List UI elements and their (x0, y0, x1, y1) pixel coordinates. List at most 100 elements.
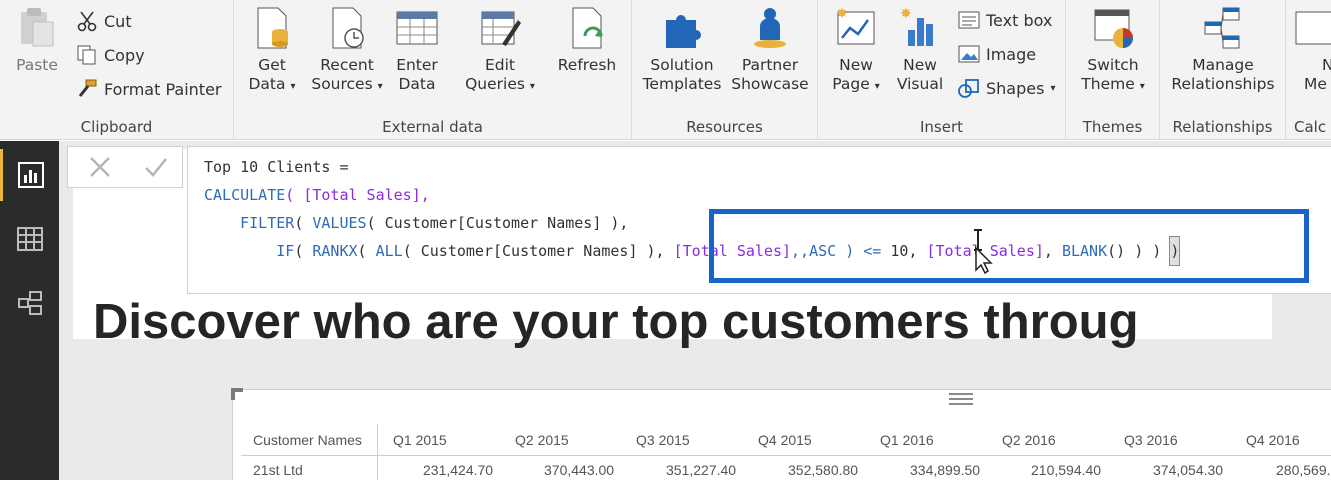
table-cell: 374,054.30 (1153, 462, 1224, 478)
format-painter-icon (78, 79, 97, 97)
mouse-cursor-icon (974, 229, 993, 274)
enter-data-button[interactable]: Enter Data (390, 6, 444, 94)
new-measure-button[interactable]: N Me (1292, 6, 1331, 94)
recent-sources-caret: ▾ (377, 81, 383, 92)
new-visual-button[interactable]: ✸ New Visual (892, 6, 948, 94)
paste-button[interactable]: Paste (10, 6, 64, 75)
get-data-caret: ▾ (290, 81, 296, 92)
switch-theme-label-2: Theme (1081, 75, 1135, 93)
cancel-formula-icon[interactable] (86, 153, 114, 181)
format-painter-button[interactable]: Format Painter (76, 78, 221, 100)
report-view-icon (18, 162, 44, 188)
model-view-icon (17, 291, 42, 315)
manage-relationships-label-1: Manage (1192, 56, 1254, 74)
image-button[interactable]: Image (958, 44, 1036, 64)
copy-icon (77, 45, 96, 65)
highlight-box (709, 209, 1309, 283)
refresh-icon (572, 7, 603, 49)
solution-templates-label-2: Templates (642, 75, 722, 93)
column-header[interactable]: Q4 2015 (758, 432, 812, 448)
visual-resize-handle[interactable] (231, 388, 243, 400)
formula-line-4-c: ( Customer[Customer Names] ), (402, 242, 674, 260)
copy-button[interactable]: Copy (76, 44, 145, 66)
table-header: Customer Names Q1 2015 Q2 2015 Q3 2015 Q… (241, 424, 1331, 456)
scissors-icon (77, 11, 97, 32)
enter-data-label-1: Enter (396, 56, 438, 74)
new-measure-icon (1295, 11, 1331, 45)
partner-showcase-button[interactable]: Partner Showcase (728, 6, 812, 94)
switch-theme-caret: ▾ (1139, 81, 1145, 92)
column-header[interactable]: Customer Names (253, 432, 362, 448)
paste-label: Paste (16, 56, 58, 74)
column-header[interactable]: Q2 2015 (515, 432, 569, 448)
puzzle-icon (666, 15, 701, 48)
table-cell: 231,424.70 (423, 462, 494, 478)
column-header[interactable]: Q3 2016 (1124, 432, 1178, 448)
recent-sources-label-1: Recent (320, 56, 374, 74)
text-box-button[interactable]: Text box (958, 10, 1052, 30)
switch-theme-label-1: Switch (1087, 56, 1139, 74)
cut-button[interactable]: Cut (76, 10, 132, 32)
commit-formula-icon[interactable] (142, 153, 170, 181)
column-header[interactable]: Q4 2016 (1246, 432, 1300, 448)
edit-queries-button[interactable]: Edit Queries ▾ (460, 6, 540, 96)
new-page-caret: ▾ (874, 81, 880, 92)
text-box-icon (958, 11, 980, 29)
shapes-button[interactable]: Shapes ▾ (958, 78, 1055, 98)
image-icon (958, 45, 980, 63)
new-visual-label-1: New (903, 56, 937, 74)
partner-icon (754, 8, 786, 48)
formula-line-4-b: ( (357, 242, 376, 260)
manage-relationships-icon (1204, 7, 1240, 49)
data-view-button[interactable] (0, 213, 59, 265)
calculate-keyword: CALCULATE (204, 186, 286, 204)
edit-queries-caret: ▾ (529, 81, 535, 92)
column-header[interactable]: Q1 2016 (880, 432, 934, 448)
formula-line-4-a: ( (294, 242, 313, 260)
shapes-caret: ▾ (1050, 82, 1056, 94)
switch-theme-button[interactable]: Switch Theme ▾ (1074, 6, 1152, 96)
new-page-label-2: Page (832, 75, 870, 93)
report-view-button[interactable] (0, 149, 59, 201)
new-measure-label-1: N (1322, 56, 1331, 74)
get-data-label-1: Get (258, 56, 286, 74)
table-cell: 351,227.40 (666, 462, 737, 478)
page-heading: Discover who are your top customers thro… (93, 295, 1139, 349)
table-cell: 334,899.50 (910, 462, 981, 478)
manage-relationships-button[interactable]: Manage Relationships (1164, 6, 1282, 94)
format-painter-label: Format Painter (104, 79, 222, 99)
manage-relationships-label-2: Relationships (1171, 75, 1275, 93)
partner-showcase-label-2: Showcase (731, 75, 809, 93)
formula-line-2-rest: ( [Total Sales], (285, 186, 430, 204)
external-data-group-label: External data (382, 118, 483, 136)
table-cell: 210,594.40 (1031, 462, 1102, 478)
column-header[interactable]: Q2 2016 (1002, 432, 1056, 448)
partner-showcase-label-1: Partner (741, 56, 799, 74)
relationships-group-label: Relationships (1172, 118, 1273, 136)
switch-theme-icon (1094, 9, 1133, 48)
enter-data-label-2: Data (398, 75, 436, 93)
new-page-button[interactable]: ✸ New Page ▾ (826, 6, 886, 96)
text-box-label: Text box (986, 10, 1053, 30)
solution-templates-button[interactable]: Solution Templates (642, 6, 722, 94)
get-data-button[interactable]: Get Data ▾ (242, 6, 302, 96)
edit-queries-label-2: Queries (465, 75, 525, 93)
get-data-icon (257, 7, 288, 49)
calculations-group: N Me Calc (1286, 0, 1331, 140)
new-visual-icon: ✸ (900, 6, 933, 46)
new-visual-label-2: Visual (896, 75, 944, 93)
all-keyword: ALL (375, 242, 403, 260)
refresh-label: Refresh (557, 56, 617, 74)
refresh-button[interactable]: Refresh (552, 6, 622, 75)
recent-sources-button[interactable]: Recent Sources ▾ (310, 6, 384, 96)
table-cell: 21st Ltd (253, 462, 303, 478)
column-header[interactable]: Q3 2015 (636, 432, 690, 448)
copy-label: Copy (104, 45, 145, 65)
values-keyword: VALUES (312, 214, 367, 232)
table-row[interactable]: 21st Ltd 231,424.70 370,443.00 351,227.4… (241, 462, 1331, 480)
column-header[interactable]: Q1 2015 (393, 432, 447, 448)
relationships-view-button[interactable] (0, 277, 59, 329)
drag-grip-icon[interactable] (949, 392, 973, 406)
new-measure-label-2: Me (1304, 75, 1327, 93)
formula-line-3: FILTER( VALUES( Customer[Customer Names]… (204, 214, 628, 232)
